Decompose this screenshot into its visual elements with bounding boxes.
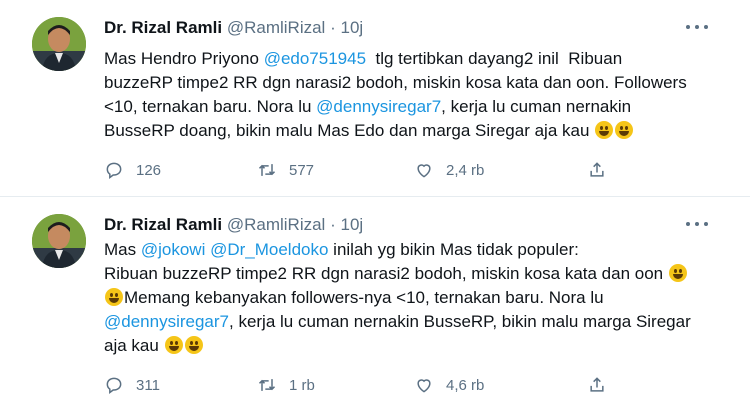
tweet-text-line: <10, ternakan baru. Nora lu @dennysirega… [104, 95, 719, 119]
avatar[interactable] [32, 214, 86, 268]
author-handle[interactable]: @RamliRizal [227, 18, 326, 37]
separator-dot: · [330, 215, 336, 234]
tweet[interactable]: Dr. Rizal Ramli @RamliRizal · 10j Mas He… [0, 0, 750, 197]
tweet-text-segment: , kerja lu cuman nernakin [441, 97, 632, 116]
author-name[interactable]: Dr. Rizal Ramli [104, 18, 222, 37]
tweet-text-line: Mas @jokowi @Dr_Moeldoko inilah yg bikin… [104, 238, 719, 262]
grinning-face-emoji [595, 121, 614, 139]
tweet-text: Mas @jokowi @Dr_Moeldoko inilah yg bikin… [104, 238, 719, 358]
author-name[interactable]: Dr. Rizal Ramli [104, 215, 222, 234]
mention-link[interactable]: @dennysiregar7 [316, 97, 441, 116]
like-button[interactable]: 4,6 rb [414, 373, 484, 397]
tweet-text-segment: , kerja lu cuman nernakin BusseRP, bikin… [229, 312, 691, 331]
tweet-header: Dr. Rizal Ramli @RamliRizal · 10j [104, 18, 363, 38]
grinning-face-emoji [615, 121, 634, 139]
tweet-text-segment: Memang kebanyakan followers-nya <10, ter… [124, 288, 604, 307]
tweet-text-line: Ribuan buzzeRP timpe2 RR dgn narasi2 bod… [104, 262, 719, 286]
tweet-text-line: BusseRP doang, bikin malu Mas Edo dan ma… [104, 119, 719, 143]
tweet-text-line: @dennysiregar7, kerja lu cuman nernakin … [104, 310, 719, 334]
share-icon [590, 162, 604, 177]
tweet-text-segment: inilah yg bikin Mas tidak populer: [328, 240, 579, 259]
grinning-face-emoji [668, 264, 687, 282]
reply-button[interactable]: 126 [104, 158, 161, 182]
retweet-icon [258, 379, 276, 391]
grinning-face-emoji [184, 336, 203, 354]
mention-link[interactable]: @Dr_Moeldoko [210, 240, 328, 259]
share-icon [590, 377, 604, 392]
more-options-icon[interactable] [686, 22, 710, 32]
grinning-face-emoji [164, 336, 183, 354]
retweet-button[interactable]: 1 rb [257, 373, 315, 397]
tweet-actions: 311 1 rb 4,6 rb [104, 373, 624, 397]
reply-count: 126 [136, 161, 162, 179]
tweet-timestamp[interactable]: 10j [340, 18, 363, 37]
like-count: 2,4 rb [446, 161, 485, 179]
retweet-count: 577 [289, 161, 315, 179]
separator-dot: · [330, 18, 336, 37]
share-button[interactable] [587, 158, 607, 182]
tweet-text: Mas Hendro Priyono @edo751945 tlg tertib… [104, 47, 719, 143]
tweet-text-line: Mas Hendro Priyono @edo751945 tlg tertib… [104, 47, 719, 71]
heart-icon [417, 379, 431, 393]
retweet-count: 1 rb [289, 376, 315, 394]
mention-link[interactable]: @edo751945 [264, 49, 366, 68]
mention-link[interactable]: @jokowi [141, 240, 206, 259]
tweet-actions: 126 577 2,4 rb [104, 158, 624, 182]
mention-link[interactable]: @dennysiregar7 [104, 312, 229, 331]
author-handle[interactable]: @RamliRizal [227, 215, 326, 234]
like-count: 4,6 rb [446, 376, 485, 394]
retweet-icon [258, 164, 276, 176]
reply-icon [106, 377, 122, 394]
retweet-button[interactable]: 577 [257, 158, 314, 182]
tweet-timestamp[interactable]: 10j [340, 215, 363, 234]
reply-count: 311 [136, 376, 160, 394]
reply-button[interactable]: 311 [104, 373, 160, 397]
tweet[interactable]: Dr. Rizal Ramli @RamliRizal · 10j Mas @j… [0, 197, 750, 403]
tweet-text-segment: BusseRP doang, bikin malu Mas Edo dan ma… [104, 121, 595, 140]
tweet-text-segment: <10, ternakan baru. Nora lu [104, 97, 317, 116]
tweet-text-segment: Ribuan buzzeRP timpe2 RR dgn narasi2 bod… [104, 264, 668, 283]
tweet-text-segment: aja kau [104, 336, 164, 355]
tweet-text-segment: Mas Hendro Priyono [104, 49, 264, 68]
tweet-text-line: Memang kebanyakan followers-nya <10, ter… [104, 286, 719, 310]
tweet-text-segment: buzzeRP timpe2 RR dgn narasi2 bodoh, mis… [104, 73, 687, 92]
tweet-text-segment: tlg tertibkan dayang2 inil Ribuan [366, 49, 623, 68]
tweet-text-line: buzzeRP timpe2 RR dgn narasi2 bodoh, mis… [104, 71, 719, 95]
tweet-feed: Dr. Rizal Ramli @RamliRizal · 10j Mas He… [0, 0, 750, 403]
tweet-header: Dr. Rizal Ramli @RamliRizal · 10j [104, 215, 363, 235]
heart-icon [417, 164, 431, 178]
grinning-face-emoji [105, 288, 123, 306]
tweet-text-segment: Mas [104, 240, 141, 259]
share-button[interactable] [587, 373, 607, 397]
tweet-text-line: aja kau [104, 334, 719, 358]
more-options-icon[interactable] [686, 219, 710, 229]
like-button[interactable]: 2,4 rb [414, 158, 484, 182]
avatar[interactable] [32, 17, 86, 71]
reply-icon [106, 162, 122, 179]
